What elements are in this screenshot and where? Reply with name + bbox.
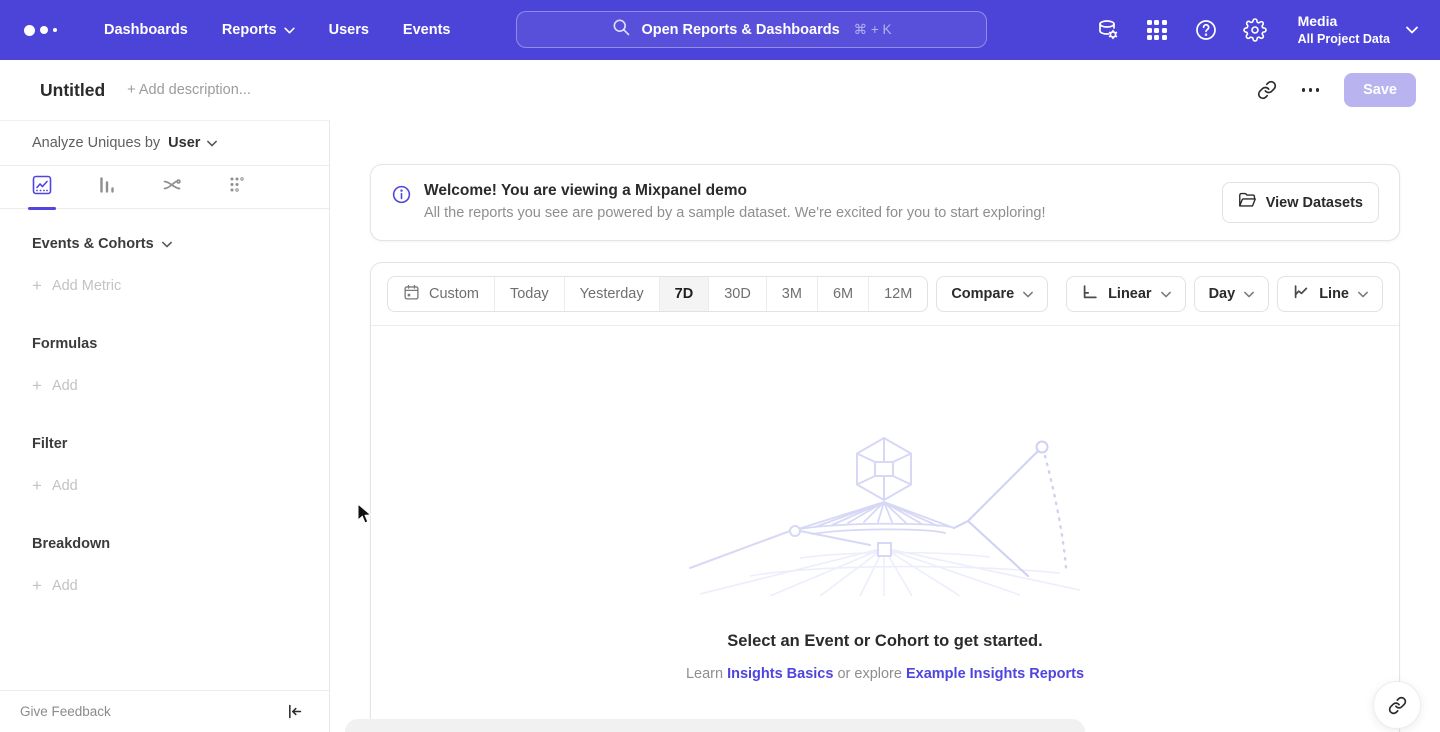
flows-sankey-icon (162, 175, 182, 200)
add-formula-button[interactable]: + Add (32, 377, 297, 394)
plus-icon: + (32, 477, 42, 494)
plus-icon: + (32, 577, 42, 594)
range-7d[interactable]: 7D (659, 277, 709, 311)
give-feedback-link[interactable]: Give Feedback (20, 704, 111, 719)
report-header: Untitled + Add description... Save (0, 60, 1440, 120)
tab-insights[interactable] (32, 166, 52, 209)
copy-link-icon[interactable] (1257, 80, 1277, 100)
project-selector[interactable]: Media All Project Data (1298, 12, 1418, 48)
banner-texts: Welcome! You are viewing a Mixpanel demo… (424, 182, 1046, 221)
topnav-right: Media All Project Data (1096, 0, 1418, 60)
search-shortcut: ⌘ + K (854, 22, 892, 38)
plus-icon: + (32, 277, 42, 294)
range-today[interactable]: Today (494, 277, 564, 311)
chevron-down-icon (162, 236, 172, 252)
nav-users[interactable]: Users (329, 22, 369, 38)
nav-events[interactable]: Events (403, 22, 451, 38)
breakdown-header: Breakdown (32, 536, 297, 552)
chevron-down-icon (1358, 291, 1368, 298)
formulas-header: Formulas (32, 336, 297, 352)
range-yesterday[interactable]: Yesterday (564, 277, 659, 311)
chevron-down-icon (1244, 291, 1254, 298)
info-icon (391, 184, 412, 210)
range-12m[interactable]: 12M (868, 277, 927, 311)
range-custom[interactable]: Custom (388, 277, 494, 311)
settings-gear-icon[interactable] (1243, 18, 1267, 42)
interval-dropdown[interactable]: Day (1194, 276, 1270, 312)
analyze-row: Analyze Uniques by User (0, 121, 329, 166)
mixpanel-insights-page: Dashboards Reports Users Events Open Rep… (0, 0, 1440, 732)
top-nav: Dashboards Reports Users Events Open Rep… (0, 0, 1440, 60)
chevron-down-icon (1406, 21, 1418, 39)
plus-icon: + (32, 377, 42, 394)
filter-header: Filter (32, 436, 297, 452)
chevron-down-icon (1161, 291, 1171, 298)
linear-axis-icon (1081, 283, 1099, 305)
query-sections: Events & Cohorts + Add Metric Formulas +… (0, 236, 329, 594)
banner-subtitle: All the reports you see are powered by a… (424, 205, 1046, 221)
header-actions: Save (1257, 73, 1416, 107)
add-breakdown-button[interactable]: + Add (32, 577, 297, 594)
retention-dots-icon (227, 175, 247, 200)
search-placeholder: Open Reports & Dashboards (641, 22, 839, 38)
empty-state: Select an Event or Cohort to get started… (371, 326, 1399, 682)
chart-controls: Custom Today Yesterday 7D 30D 3M 6M 12M … (371, 263, 1399, 326)
range-3m[interactable]: 3M (766, 277, 817, 311)
range-6m[interactable]: 6M (817, 277, 868, 311)
search-icon (611, 17, 631, 42)
chevron-down-icon (284, 27, 295, 34)
insights-line-chart-icon (32, 175, 52, 200)
query-sidebar: Analyze Uniques by User (0, 120, 330, 732)
collapse-sidebar-icon[interactable] (286, 703, 303, 720)
add-filter-button[interactable]: + Add (32, 477, 297, 494)
example-insights-reports-link[interactable]: Example Insights Reports (906, 666, 1084, 682)
global-search[interactable]: Open Reports & Dashboards ⌘ + K (516, 11, 987, 48)
primary-nav: Dashboards Reports Users Events (104, 22, 450, 38)
view-datasets-button[interactable]: View Datasets (1222, 182, 1379, 223)
analyze-by-dropdown[interactable]: User (168, 135, 217, 151)
empty-state-title: Select an Event or Cohort to get started… (727, 632, 1042, 651)
chevron-down-icon (1023, 291, 1033, 298)
tab-retention[interactable] (227, 166, 247, 209)
nav-reports[interactable]: Reports (222, 22, 295, 38)
events-cohorts-header[interactable]: Events & Cohorts (32, 236, 297, 252)
report-card: Custom Today Yesterday 7D 30D 3M 6M 12M … (370, 262, 1400, 732)
apps-grid-icon[interactable] (1145, 18, 1169, 42)
project-name: Media (1298, 12, 1390, 31)
next-section-peek (345, 719, 1085, 732)
tab-funnels[interactable] (97, 166, 117, 209)
compare-dropdown[interactable]: Compare (936, 276, 1048, 312)
project-scope: All Project Data (1298, 31, 1390, 48)
analyze-label: Analyze Uniques by (32, 135, 160, 151)
nav-dashboards[interactable]: Dashboards (104, 22, 188, 38)
main-content: Welcome! You are viewing a Mixpanel demo… (330, 120, 1440, 732)
empty-state-subtitle: Learn Insights Basics or explore Example… (686, 666, 1084, 682)
banner-title: Welcome! You are viewing a Mixpanel demo (424, 182, 1046, 200)
add-description-field[interactable]: + Add description... (127, 82, 251, 98)
range-30d[interactable]: 30D (708, 277, 766, 311)
data-catalog-icon[interactable] (1096, 18, 1120, 42)
funnels-bars-icon (97, 175, 117, 200)
chevron-down-icon (207, 135, 217, 151)
chart-type-dropdown[interactable]: Line (1277, 276, 1383, 312)
insights-basics-link[interactable]: Insights Basics (727, 666, 833, 682)
share-link-fab[interactable] (1373, 681, 1421, 729)
more-options-icon[interactable] (1302, 88, 1320, 92)
sidebar-footer: Give Feedback (0, 690, 329, 732)
mixpanel-logo-icon[interactable] (24, 25, 60, 36)
empty-state-illustration (660, 426, 1110, 596)
report-title[interactable]: Untitled (40, 80, 105, 101)
date-range-control: Custom Today Yesterday 7D 30D 3M 6M 12M (387, 276, 928, 312)
calendar-icon (403, 284, 420, 305)
save-button[interactable]: Save (1344, 73, 1416, 107)
line-chart-icon (1292, 283, 1310, 305)
folder-icon (1238, 192, 1257, 213)
help-icon[interactable] (1194, 18, 1218, 42)
welcome-banner: Welcome! You are viewing a Mixpanel demo… (370, 164, 1400, 241)
tab-flows[interactable] (162, 166, 182, 209)
add-metric-button[interactable]: + Add Metric (32, 277, 297, 294)
report-type-tabs (0, 166, 329, 209)
scale-dropdown[interactable]: Linear (1066, 276, 1186, 312)
